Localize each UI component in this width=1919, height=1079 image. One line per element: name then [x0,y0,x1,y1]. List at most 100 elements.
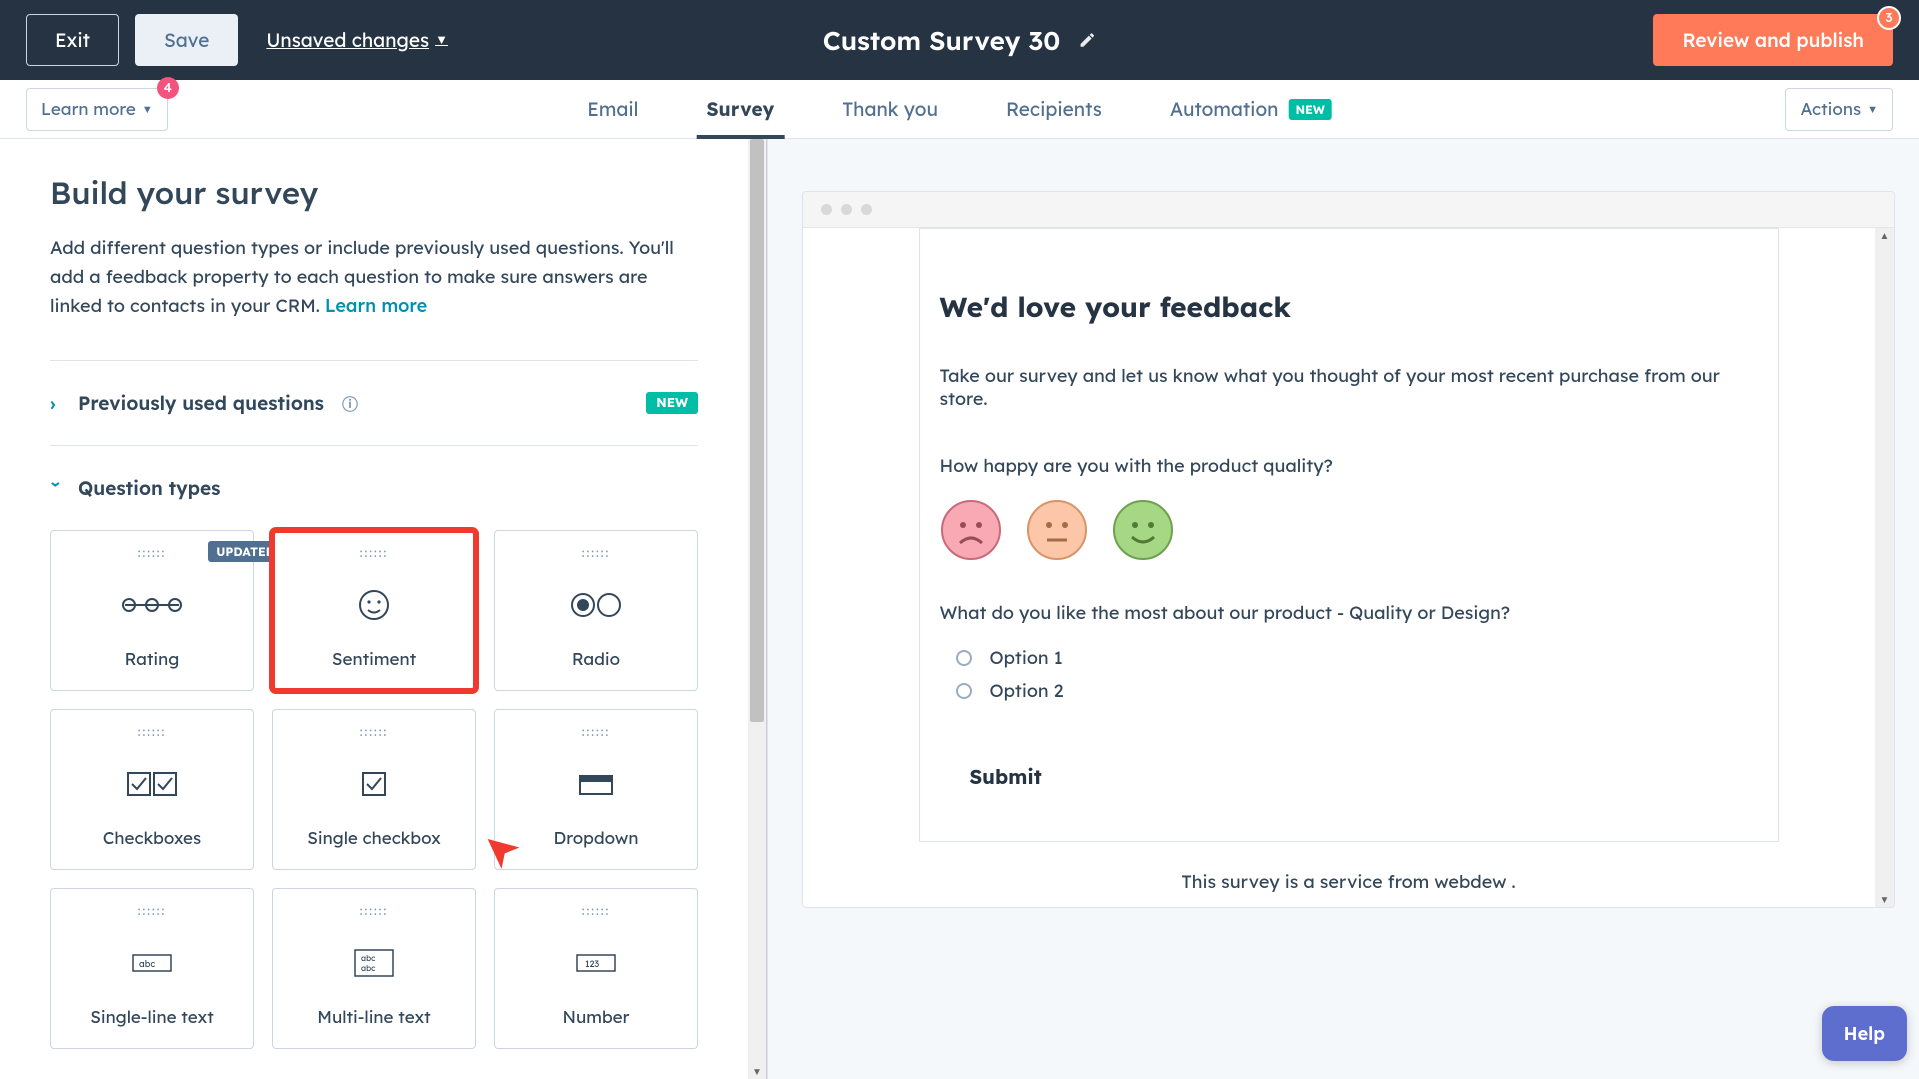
scroll-up-icon[interactable]: ▲ [1875,229,1894,242]
qtype-label: Multi-line text [317,1007,430,1048]
grip-icon: :::::: [582,903,610,918]
svg-text:123: 123 [585,959,599,970]
caret-down-icon: ▼ [1867,102,1878,116]
survey-footer: This survey is a service from webdew . [803,842,1894,907]
grip-icon: :::::: [138,545,166,560]
preview-window: We'd love your feedback Take our survey … [802,191,1895,908]
svg-text:abc: abc [361,963,376,973]
qtype-label: Sentiment [332,649,416,690]
qtype-label: Number [563,1007,630,1048]
preview-scrollbar[interactable]: ▲ ▼ [1875,228,1894,907]
rating-icon [119,560,185,649]
face-happy-icon[interactable] [1112,499,1174,561]
grip-icon: :::::: [582,724,610,739]
tab-email[interactable]: Email [583,80,642,138]
qtype-sentiment[interactable]: :::::: Sentiment [272,530,476,691]
top-bar: Exit Save Unsaved changes ▼ Custom Surve… [0,0,1919,80]
radio-option-2[interactable]: Option 2 [940,679,1758,702]
qtype-label: Single-line text [90,1007,214,1048]
survey-intro: Take our survey and let us know what you… [940,364,1758,410]
question-2-text: What do you like the most about our prod… [940,601,1758,624]
unsaved-label: Unsaved changes [266,28,429,52]
radio-circle-icon [956,650,972,666]
tab-automation-label: Automation [1170,97,1279,121]
submit-button[interactable]: Submit [940,742,1758,799]
scroll-down-icon[interactable]: ▼ [1875,893,1894,906]
question-types-section[interactable]: › Question types [50,446,698,530]
question-types-grid: :::::: UPDATED Rating :::::: Sentiment :… [50,530,698,1079]
actions-dropdown[interactable]: Actions ▼ [1785,88,1893,131]
tab-thank-you[interactable]: Thank you [838,80,942,138]
qtype-checkboxes[interactable]: :::::: Checkboxes [50,709,254,870]
preview-panel: We'd love your feedback Take our survey … [767,139,1919,1079]
new-badge: NEW [1288,99,1331,120]
save-button[interactable]: Save [135,14,238,66]
qtype-dropdown[interactable]: :::::: Dropdown [494,709,698,870]
learn-more-badge: 4 [157,77,179,99]
exit-button[interactable]: Exit [26,14,119,66]
left-scrollbar[interactable]: ▲ ▼ [748,139,767,1079]
sentiment-icon [357,560,391,649]
option-label: Option 2 [990,679,1064,702]
actions-label: Actions [1800,99,1861,120]
chevron-right-icon: › [50,392,64,415]
face-sad-icon[interactable] [940,499,1002,561]
grip-icon: :::::: [138,903,166,918]
tab-recipients[interactable]: Recipients [1002,80,1106,138]
scroll-thumb[interactable] [750,139,764,722]
grip-icon: :::::: [360,545,388,560]
question-types-label: Question types [78,476,220,500]
number-icon: 123 [574,918,618,1007]
learn-more-link[interactable]: Learn more [325,294,427,317]
window-controls [803,192,1894,228]
svg-text:abc: abc [361,953,376,963]
qtype-rating[interactable]: :::::: UPDATED Rating [50,530,254,691]
secondary-bar: Learn more ▼ 4 Email Survey Thank you Re… [0,80,1919,139]
qtype-label: Rating [125,649,180,690]
scroll-down-icon[interactable]: ▼ [748,1065,766,1078]
builder-heading: Build your survey [50,173,698,212]
grip-icon: :::::: [360,903,388,918]
grip-icon: :::::: [360,724,388,739]
builder-description: Add different question types or include … [50,234,698,320]
survey-preview: We'd love your feedback Take our survey … [919,228,1779,842]
face-neutral-icon[interactable] [1026,499,1088,561]
new-badge: NEW [646,392,698,414]
grip-icon: :::::: [138,724,166,739]
svg-text:abc: abc [139,959,155,970]
survey-title: Custom Survey 30 [823,24,1060,57]
caret-down-icon: ▼ [142,102,153,116]
qtype-label: Radio [572,649,620,690]
prev-questions-label: Previously used questions [78,391,324,415]
grip-icon: :::::: [582,545,610,560]
qtype-multi-line-text[interactable]: :::::: abcabc Multi-line text [272,888,476,1049]
publish-badge-count: 3 [1877,6,1901,30]
qtype-radio[interactable]: :::::: Radio [494,530,698,691]
unsaved-changes-dropdown[interactable]: Unsaved changes ▼ [266,28,448,52]
qtype-single-checkbox[interactable]: :::::: Single checkbox [272,709,476,870]
single-line-text-icon: abc [130,918,174,1007]
review-publish-button[interactable]: Review and publish [1653,14,1893,66]
learn-more-label: Learn more [41,99,136,120]
multi-line-text-icon: abcabc [352,918,396,1007]
qtype-label: Dropdown [554,828,639,869]
learn-more-dropdown[interactable]: Learn more ▼ 4 [26,88,168,131]
caret-down-icon: ▼ [435,32,448,48]
info-icon[interactable]: ⓘ [342,391,358,415]
chevron-down-icon: › [46,481,69,495]
dropdown-icon [577,739,615,828]
previously-used-section[interactable]: › Previously used questions ⓘ NEW [50,361,698,445]
builder-panel: Build your survey Add different question… [0,139,748,1079]
tab-automation[interactable]: Automation NEW [1166,80,1336,138]
qtype-label: Single checkbox [307,828,441,869]
qtype-number[interactable]: :::::: 123 Number [494,888,698,1049]
tab-survey[interactable]: Survey [702,80,778,138]
sentiment-faces [940,499,1758,561]
single-checkbox-icon [360,739,388,828]
pencil-icon[interactable] [1078,31,1096,49]
qtype-single-line-text[interactable]: :::::: abc Single-line text [50,888,254,1049]
help-button[interactable]: Help [1822,1006,1907,1061]
radio-icon [569,560,623,649]
checkboxes-icon [125,739,179,828]
radio-option-1[interactable]: Option 1 [940,646,1758,669]
